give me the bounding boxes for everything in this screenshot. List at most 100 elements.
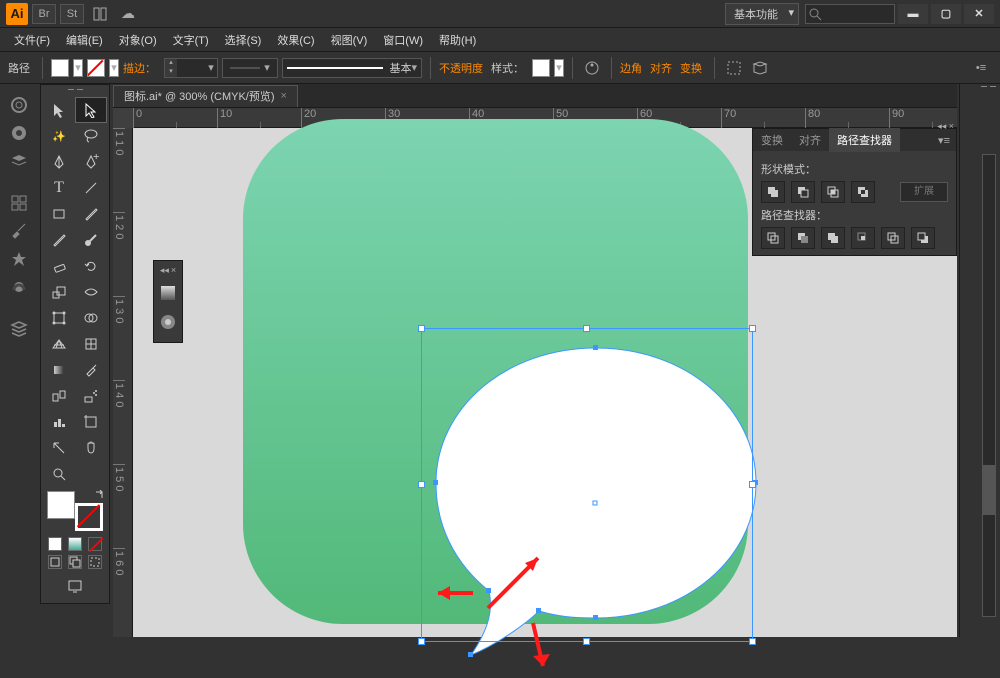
radial-option-icon[interactable]	[159, 313, 177, 334]
vertical-ruler[interactable]: 1 1 01 2 01 3 0 1 4 01 5 01 6 0	[113, 128, 133, 637]
maximize-button[interactable]: ▢	[931, 4, 961, 24]
isolate-icon[interactable]	[723, 58, 745, 78]
merge-button[interactable]	[821, 227, 845, 249]
variable-width-dropdown[interactable]: ▾	[222, 58, 278, 78]
align-tab[interactable]: 对齐	[791, 128, 829, 152]
shape-builder-tool[interactable]	[75, 305, 107, 331]
bridge-button[interactable]: Br	[32, 4, 56, 24]
stroke-indicator[interactable]	[75, 503, 103, 531]
brush-profile-dropdown[interactable]: 基本▾	[282, 58, 422, 78]
blend-tool[interactable]	[43, 383, 75, 409]
control-bar-menu-icon[interactable]: •≡	[970, 58, 992, 78]
none-mode-button[interactable]	[88, 537, 102, 551]
lasso-tool[interactable]	[75, 123, 107, 149]
artboard-tool[interactable]	[75, 409, 107, 435]
width-tool[interactable]	[75, 279, 107, 305]
menu-effect[interactable]: 效果(C)	[269, 28, 322, 52]
zoom-tool[interactable]	[43, 461, 75, 487]
sync-icon[interactable]: ☁	[116, 4, 140, 24]
scrollbar-thumb[interactable]	[983, 465, 995, 515]
minimize-button[interactable]: ▬	[898, 4, 928, 24]
gradient-tool[interactable]	[43, 357, 75, 383]
slice-tool[interactable]	[43, 435, 75, 461]
recolor-icon[interactable]	[581, 58, 603, 78]
menu-help[interactable]: 帮助(H)	[431, 28, 484, 52]
free-transform-tool[interactable]	[43, 305, 75, 331]
expand-button[interactable]: 扩展	[900, 182, 948, 202]
minus-front-button[interactable]	[791, 181, 815, 203]
selection-tool[interactable]	[43, 97, 75, 123]
vertical-scrollbar[interactable]	[982, 154, 996, 617]
menu-type[interactable]: 文字(T)	[165, 28, 217, 52]
pathfinder-tab[interactable]: 路径查找器	[829, 128, 900, 152]
stroke-swatch[interactable]	[87, 59, 105, 77]
fill-indicator[interactable]	[47, 491, 75, 519]
scale-tool[interactable]	[43, 279, 75, 305]
unite-button[interactable]	[761, 181, 785, 203]
line-tool[interactable]	[75, 175, 107, 201]
crop-button[interactable]	[851, 227, 875, 249]
paintbrush-tool[interactable]	[75, 201, 107, 227]
layers-icon[interactable]	[4, 148, 34, 174]
brushes-panel-icon[interactable]	[4, 218, 34, 244]
appearance-icon[interactable]	[4, 120, 34, 146]
stock-button[interactable]: St	[60, 4, 84, 24]
divide-button[interactable]	[761, 227, 785, 249]
symbol-sprayer-tool[interactable]	[75, 383, 107, 409]
draw-inside-button[interactable]	[88, 555, 102, 569]
transform-label[interactable]: 变换	[680, 60, 702, 76]
perspective-grid-tool[interactable]	[43, 331, 75, 357]
menu-select[interactable]: 选择(S)	[217, 28, 270, 52]
swatches-panel-icon[interactable]	[4, 274, 34, 300]
grid-icon[interactable]	[4, 190, 34, 216]
panel-menu-icon[interactable]: ▾≡	[932, 134, 956, 147]
align-label[interactable]: 对齐	[650, 60, 672, 76]
stroke-label[interactable]: 描边：	[123, 60, 156, 76]
trim-button[interactable]	[791, 227, 815, 249]
opacity-label[interactable]: 不透明度	[439, 60, 483, 76]
direct-selection-tool[interactable]	[75, 97, 107, 123]
swap-fill-stroke-icon[interactable]	[94, 490, 104, 500]
draw-normal-button[interactable]	[48, 555, 62, 569]
style-swatch[interactable]	[532, 59, 550, 77]
close-window-button[interactable]: ✕	[964, 4, 994, 24]
close-tab-icon[interactable]: ×	[281, 90, 287, 102]
menu-edit[interactable]: 编辑(E)	[58, 28, 111, 52]
eyedropper-tool[interactable]	[75, 357, 107, 383]
app-logo[interactable]: Ai	[6, 3, 28, 25]
pen-tool[interactable]	[43, 149, 75, 175]
document-tab[interactable]: 图标.ai* @ 300% (CMYK/预览) ×	[113, 85, 298, 107]
stroke-weight-input[interactable]: ▴▾ ▾	[164, 58, 218, 78]
screen-mode-button[interactable]	[59, 573, 92, 599]
outline-button[interactable]	[881, 227, 905, 249]
fill-stroke-indicator[interactable]	[45, 489, 105, 533]
tools-panel-grip[interactable]	[43, 87, 107, 97]
stroke-dropdown[interactable]: ▾	[109, 59, 119, 77]
floating-tool-options[interactable]: ◂◂×	[153, 260, 183, 343]
menu-window[interactable]: 窗口(W)	[375, 28, 431, 52]
rectangle-tool[interactable]	[43, 201, 75, 227]
magic-wand-tool[interactable]: ✨	[43, 123, 75, 149]
menu-object[interactable]: 对象(O)	[111, 28, 165, 52]
menu-file[interactable]: 文件(F)	[6, 28, 58, 52]
workspace-dropdown[interactable]: 基本功能	[725, 3, 799, 25]
type-tool[interactable]: T	[43, 175, 75, 201]
intersect-button[interactable]	[821, 181, 845, 203]
gradient-mode-button[interactable]	[68, 537, 82, 551]
mesh-tool[interactable]	[75, 331, 107, 357]
symbols-panel-icon[interactable]	[4, 246, 34, 272]
column-graph-tool[interactable]	[43, 409, 75, 435]
arrange-docs-icon[interactable]	[88, 4, 112, 24]
pathfinder-panel[interactable]: ◂◂ × 变换 对齐 路径查找器 ▾≡ 形状模式： 扩展 路径查找器：	[752, 128, 957, 256]
fill-dropdown[interactable]: ▾	[73, 59, 83, 77]
panel-close-icon[interactable]: ×	[171, 265, 176, 276]
stacked-layers-icon[interactable]	[4, 316, 34, 342]
cc-libraries-icon[interactable]	[4, 92, 34, 118]
search-input[interactable]	[805, 4, 895, 24]
color-mode-button[interactable]	[48, 537, 62, 551]
blob-brush-tool[interactable]	[75, 227, 107, 253]
edit-clip-icon[interactable]	[749, 58, 771, 78]
transform-tab[interactable]: 变换	[753, 128, 791, 152]
panel-grip-icon[interactable]: ◂◂	[160, 265, 169, 276]
gradient-option-icon[interactable]	[159, 284, 177, 305]
